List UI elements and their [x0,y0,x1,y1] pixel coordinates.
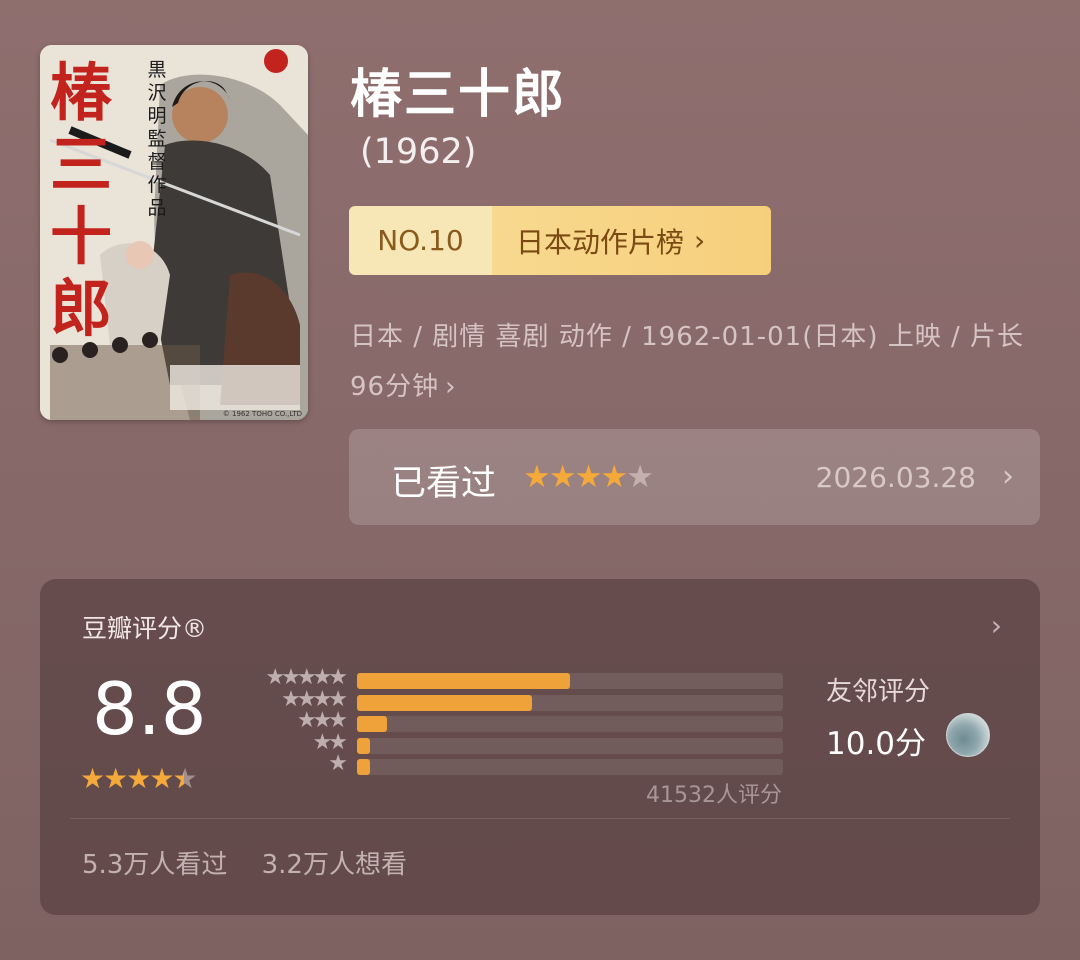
poster-title: 椿三十郎 [49,56,112,345]
distribution-track [357,673,783,689]
poster-credit: 黒沢明監督作品 [147,59,167,219]
distribution-track [357,716,783,732]
rating-count: 41532人评分 [646,783,782,808]
star-icon: ★ [126,762,151,795]
distribution-bar [357,716,387,732]
chevron-right-icon: › [445,372,457,402]
movie-year: (1962) [360,132,477,172]
movie-poster[interactable]: 椿三十郎 黒沢明監督作品 © 1962 TOHO CO.,LTD [40,45,308,420]
star-icon: ★ [172,762,197,795]
watched-date: 2026.03.28 [815,461,976,494]
douban-rating-card[interactable]: 豆瓣评分® › 8.8 ★★★★★ ★★★★★★★★★★★★★★★ 41532人… [40,579,1040,915]
douban-score-stars: ★★★★★ [80,762,198,795]
watched-status[interactable]: 已看过 ★★★★★ 2026.03.28 › [349,429,1040,525]
divider [70,818,1010,819]
star-icon: ★ [626,459,654,495]
want-count: 3.2万人想看 [261,850,407,880]
watched-label: 已看过 [391,464,497,504]
rank-badge[interactable]: NO.10 日本动作片榜 › [349,206,771,275]
rank-list-name: 日本动作片榜 [516,225,685,259]
friend-rating-score: 10.0分 [826,726,927,762]
friend-rating-label: 友邻评分 [826,677,931,707]
star-icon: ★ [600,459,628,495]
douban-score: 8.8 [92,667,207,751]
chevron-right-icon: › [1002,459,1014,494]
my-rating-stars: ★★★★★ [523,459,654,495]
watched-count: 5.3万人看过 [82,850,228,880]
chevron-right-icon: › [694,224,706,257]
distribution-stars: ★ [328,751,348,776]
distribution-bar [357,694,532,711]
rank-number: NO.10 [349,206,492,275]
star-icon: ★ [523,459,551,495]
distribution-bar [357,759,370,775]
friend-avatar[interactable] [946,713,990,757]
movie-title: 椿三十郎 [350,65,567,125]
star-icon: ★ [103,762,128,795]
poster-copyright: © 1962 TOHO CO.,LTD [222,410,302,418]
star-icon: ★ [548,459,577,495]
douban-rating-title: 豆瓣评分® [82,614,208,643]
star-icon: ★ [80,762,105,795]
distribution-track [357,737,783,754]
chevron-right-icon[interactable]: › [991,609,1002,642]
movie-meta[interactable]: 日本 / 剧情 喜剧 动作 / 1962-01-01(日本) 上映 / 片长96… [350,312,1040,412]
rank-list-link[interactable]: 日本动作片榜 › [492,206,771,275]
star-icon: ★ [574,459,603,495]
star-icon: ★ [149,762,174,795]
distribution-track [357,694,783,711]
distribution-bar [357,737,370,754]
distribution-track [357,759,783,775]
distribution-bar [357,673,570,689]
audience-stats: 5.3万人看过 3.2万人想看 [82,844,407,881]
distribution-row: ★ [250,751,790,777]
